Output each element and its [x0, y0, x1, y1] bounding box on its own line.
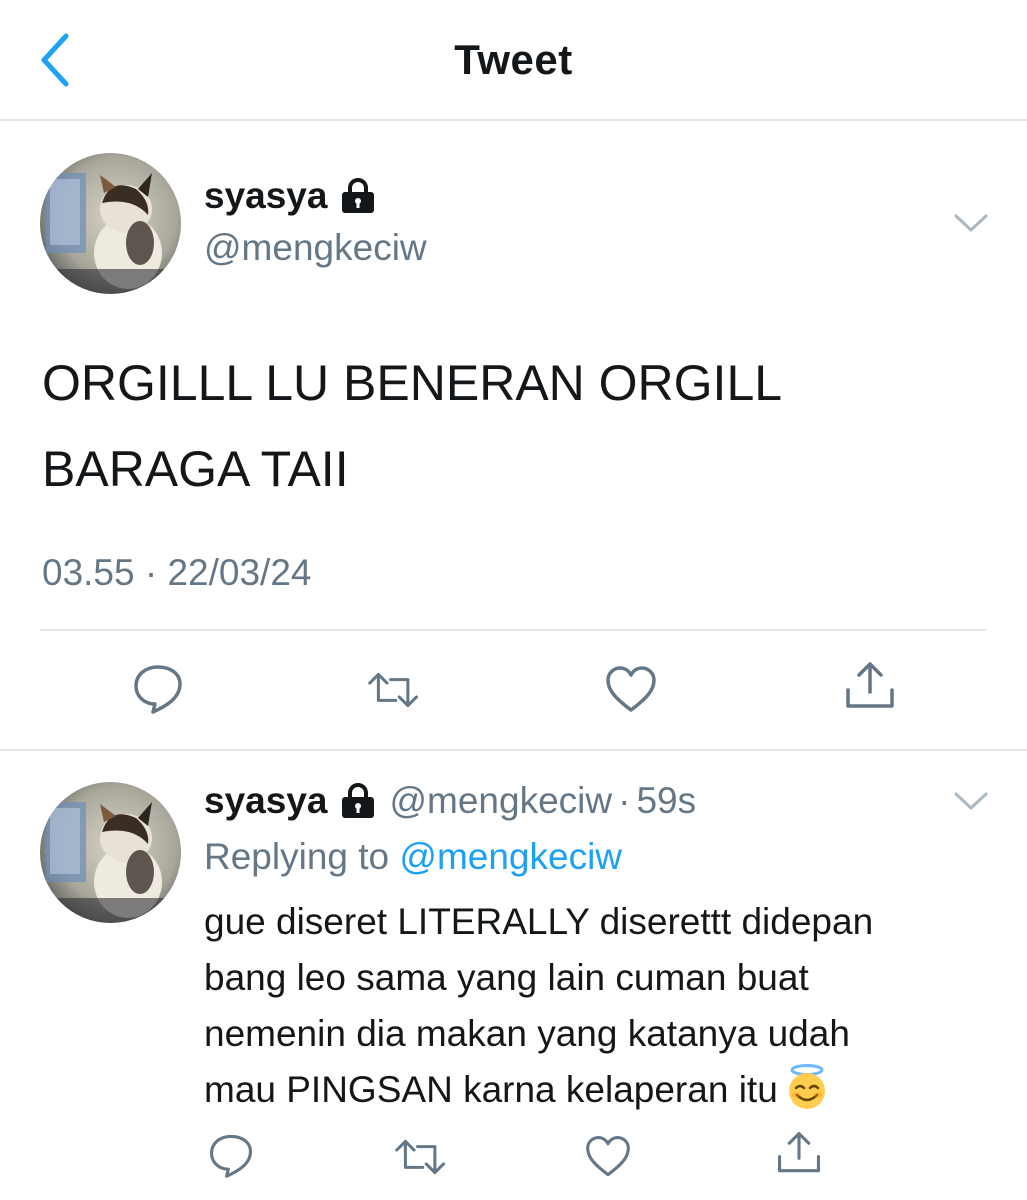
heart-icon[interactable] [605, 664, 657, 716]
replying-to: Replying to @mengkeciw [204, 836, 622, 878]
page-title: Tweet [454, 36, 573, 83]
mention-link[interactable]: @mengkeciw [399, 836, 622, 877]
avatar[interactable] [40, 782, 181, 923]
timestamp[interactable]: 03.55 · 22/03/24 [42, 552, 312, 594]
divider [40, 629, 986, 631]
tweet-text: ORGILLL LU BENERAN ORGILL BARAGA TAII [42, 340, 982, 512]
avatar[interactable] [40, 153, 181, 294]
share-icon[interactable] [844, 660, 896, 712]
tweet-text-line: BARAGA TAII [42, 441, 349, 497]
lock-icon [342, 178, 375, 213]
retweet-icon[interactable] [395, 1134, 447, 1180]
retweet-icon[interactable] [368, 664, 420, 716]
separator: · [618, 780, 631, 821]
chevron-down-icon[interactable] [953, 790, 989, 812]
display-name[interactable]: syasya [204, 780, 327, 822]
reply-text-line: nemenin dia makan yang katanya udah [204, 1013, 850, 1054]
reply-text: gue diseret LITERALLY diserettt didepan … [204, 894, 994, 1118]
reply-author-row: syasya @mengkeciw · 59s [204, 780, 696, 822]
reply-text-line: bang leo sama yang lain cuman buat [204, 957, 809, 998]
heart-icon[interactable] [585, 1134, 631, 1180]
chevron-down-icon[interactable] [953, 212, 989, 234]
tweet-text-line: ORGILLL LU BENERAN ORGILL [42, 355, 783, 411]
reply-bubble-icon[interactable] [132, 662, 184, 714]
divider [0, 749, 1027, 751]
relative-time: 59s [636, 780, 697, 821]
reply-text-line: gue diseret LITERALLY diserettt didepan [204, 901, 874, 942]
share-icon[interactable] [776, 1130, 822, 1176]
handle[interactable]: @mengkeciw [204, 227, 427, 269]
lock-icon [342, 783, 375, 818]
author-row: syasya [204, 175, 377, 217]
handle[interactable]: @mengkeciw [389, 780, 612, 822]
reply-text-line: mau PINGSAN karna kelaperan itu [204, 1069, 778, 1110]
display-name[interactable]: syasya [204, 175, 327, 217]
replying-to-label: Replying to [204, 836, 390, 877]
smiling-face-with-halo-emoji [788, 1064, 825, 1109]
reply-bubble-icon[interactable] [208, 1132, 254, 1178]
